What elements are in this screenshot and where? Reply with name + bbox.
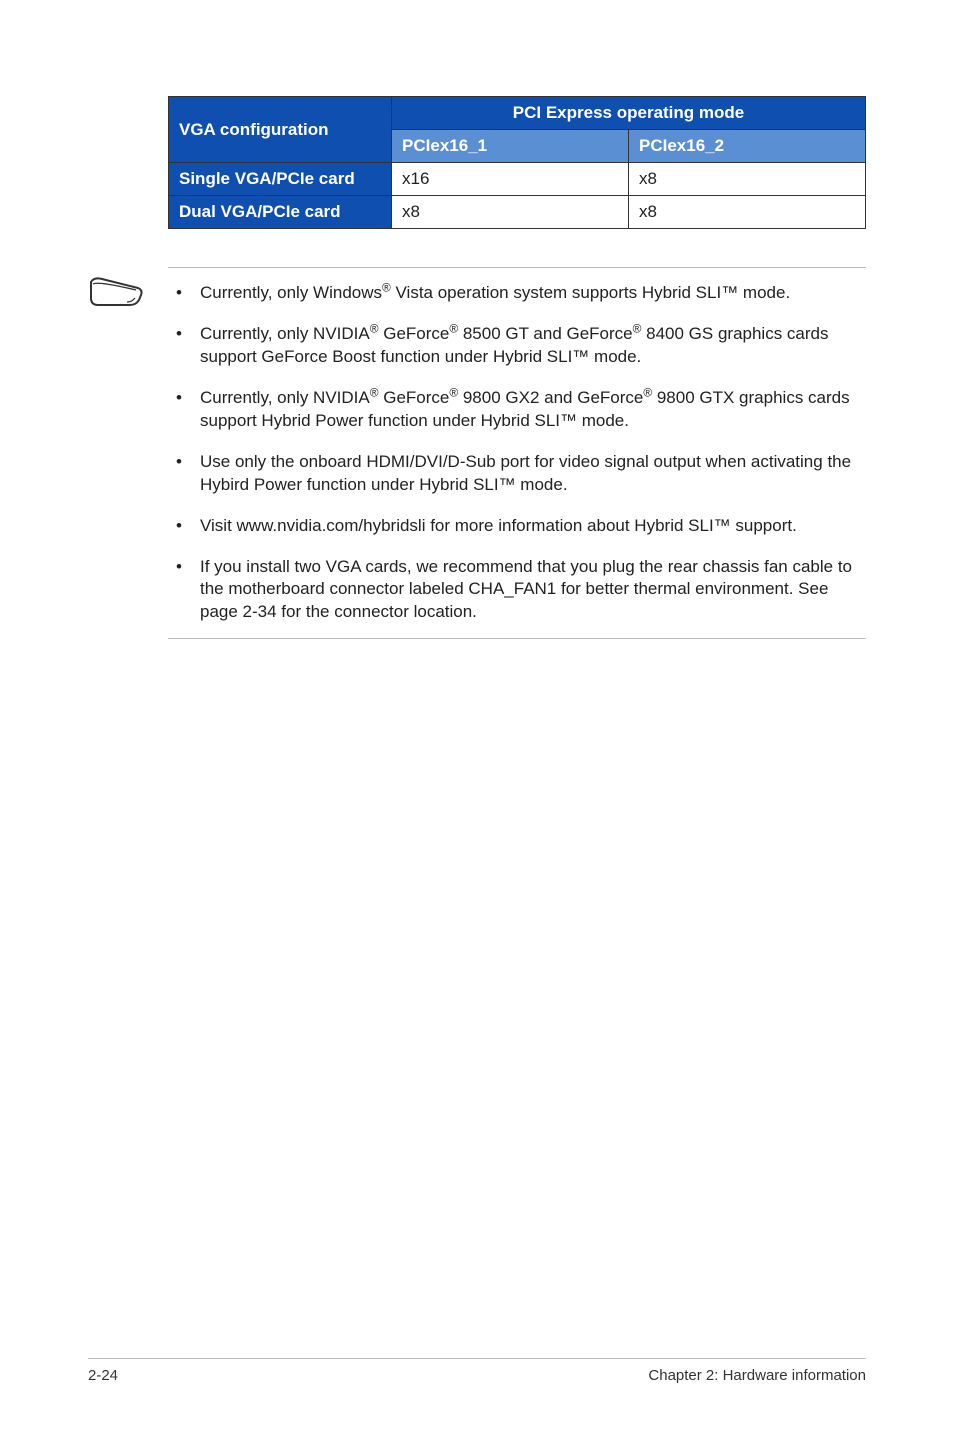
note-item-cha-fan1: If you install two VGA cards, we recomme… [170,556,860,625]
note-icon [88,275,144,311]
page-footer: 2-24 Chapter 2: Hardware information [88,1358,866,1384]
table-row: Dual VGA/PCIe card x8 x8 [169,196,866,229]
row-single-vga-c1: x16 [392,163,629,196]
note-block: Currently, only Windows® Vista operation… [88,267,866,639]
note-icon-column [88,267,168,639]
row-dual-vga-label: Dual VGA/PCIe card [169,196,392,229]
note-item-hybrid-power: Currently, only NVIDIA® GeForce® 9800 GX… [170,387,860,451]
table-header-row-1: VGA configuration PCI Express operating … [169,97,866,130]
row-dual-vga-c2: x8 [629,196,866,229]
footer-page-number: 2-24 [88,1367,118,1384]
row-single-vga-label: Single VGA/PCIe card [169,163,392,196]
row-single-vga-c2: x8 [629,163,866,196]
header-pciex16-2: PCIex16_2 [629,130,866,163]
header-pci-mode: PCI Express operating mode [392,97,866,130]
note-item-geforce-boost: Currently, only NVIDIA® GeForce® 8500 GT… [170,323,860,387]
note-item-hdmi-dvi: Use only the onboard HDMI/DVI/D-Sub port… [170,451,860,515]
header-pciex16-1: PCIex16_1 [392,130,629,163]
note-list: Currently, only Windows® Vista operation… [168,267,866,639]
vga-config-table: VGA configuration PCI Express operating … [168,96,866,229]
footer-chapter-title: Chapter 2: Hardware information [648,1367,866,1384]
row-dual-vga-c1: x8 [392,196,629,229]
note-item-vista: Currently, only Windows® Vista operation… [170,282,860,323]
header-vga-config: VGA configuration [169,97,392,163]
table-row: Single VGA/PCIe card x16 x8 [169,163,866,196]
note-item-nvidia-url: Visit www.nvidia.com/hybridsli for more … [170,515,860,556]
